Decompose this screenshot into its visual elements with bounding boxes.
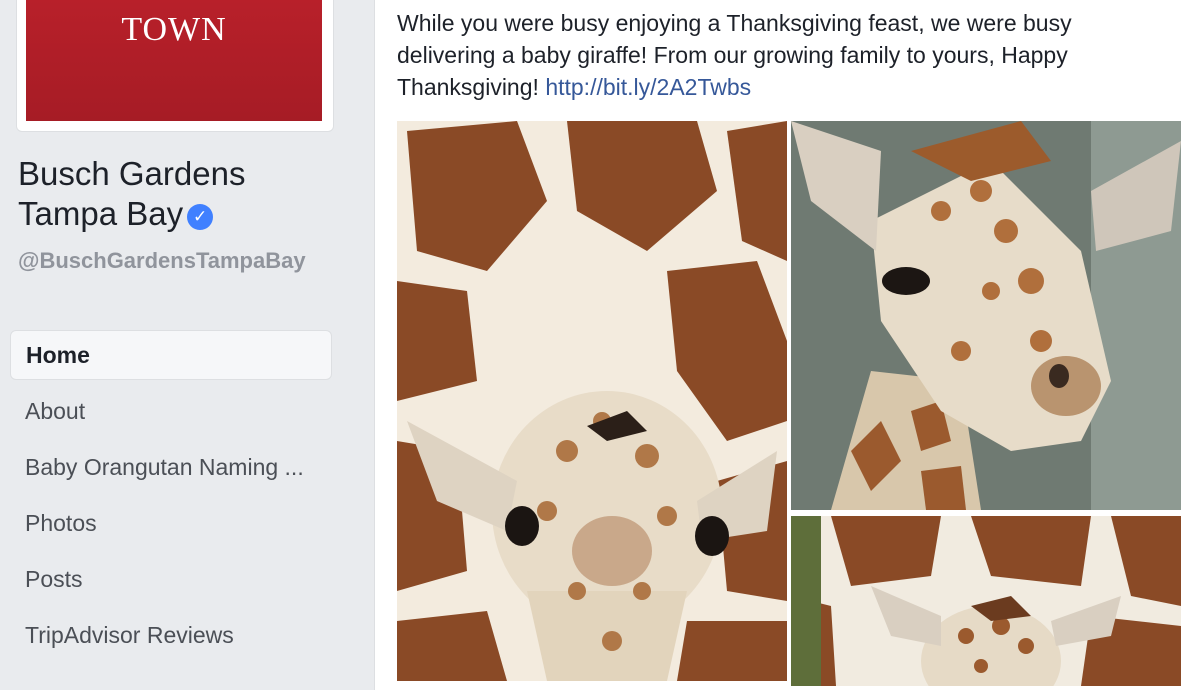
page-nav: Home About Baby Orangutan Naming ... Pho… <box>10 330 332 666</box>
nav-item-photos[interactable]: Photos <box>10 498 332 548</box>
page-handle[interactable]: @BuschGardensTampaBay <box>18 248 328 274</box>
post-photo-1[interactable] <box>397 121 787 681</box>
giraffe-face-illustration <box>397 121 787 681</box>
logo-text: TOWN <box>121 11 227 48</box>
post-message: While you were busy enjoying a Thanksgiv… <box>397 7 1137 103</box>
post-link[interactable]: http://bit.ly/2A2Twbs <box>545 74 751 100</box>
giraffe-pair-illustration <box>791 516 1181 686</box>
post-photo-3[interactable] <box>791 516 1181 686</box>
nav-item-posts[interactable]: Posts <box>10 554 332 604</box>
giraffe-profile-illustration <box>791 121 1181 510</box>
post-card: While you were busy enjoying a Thanksgiv… <box>374 0 1200 690</box>
nav-item-home[interactable]: Home <box>10 330 332 380</box>
nav-item-tripadvisor-reviews[interactable]: TripAdvisor Reviews <box>10 610 332 660</box>
post-photo-2[interactable] <box>791 121 1181 510</box>
nav-item-about[interactable]: About <box>10 386 332 436</box>
page-title[interactable]: Busch Gardens Tampa Bay ✓ <box>18 154 338 234</box>
profile-picture-card[interactable]: TOWN <box>16 0 334 132</box>
profile-picture[interactable]: TOWN <box>26 0 322 121</box>
verified-badge-icon: ✓ <box>187 204 214 230</box>
nav-item-baby-orangutan-naming[interactable]: Baby Orangutan Naming ... <box>10 442 332 492</box>
